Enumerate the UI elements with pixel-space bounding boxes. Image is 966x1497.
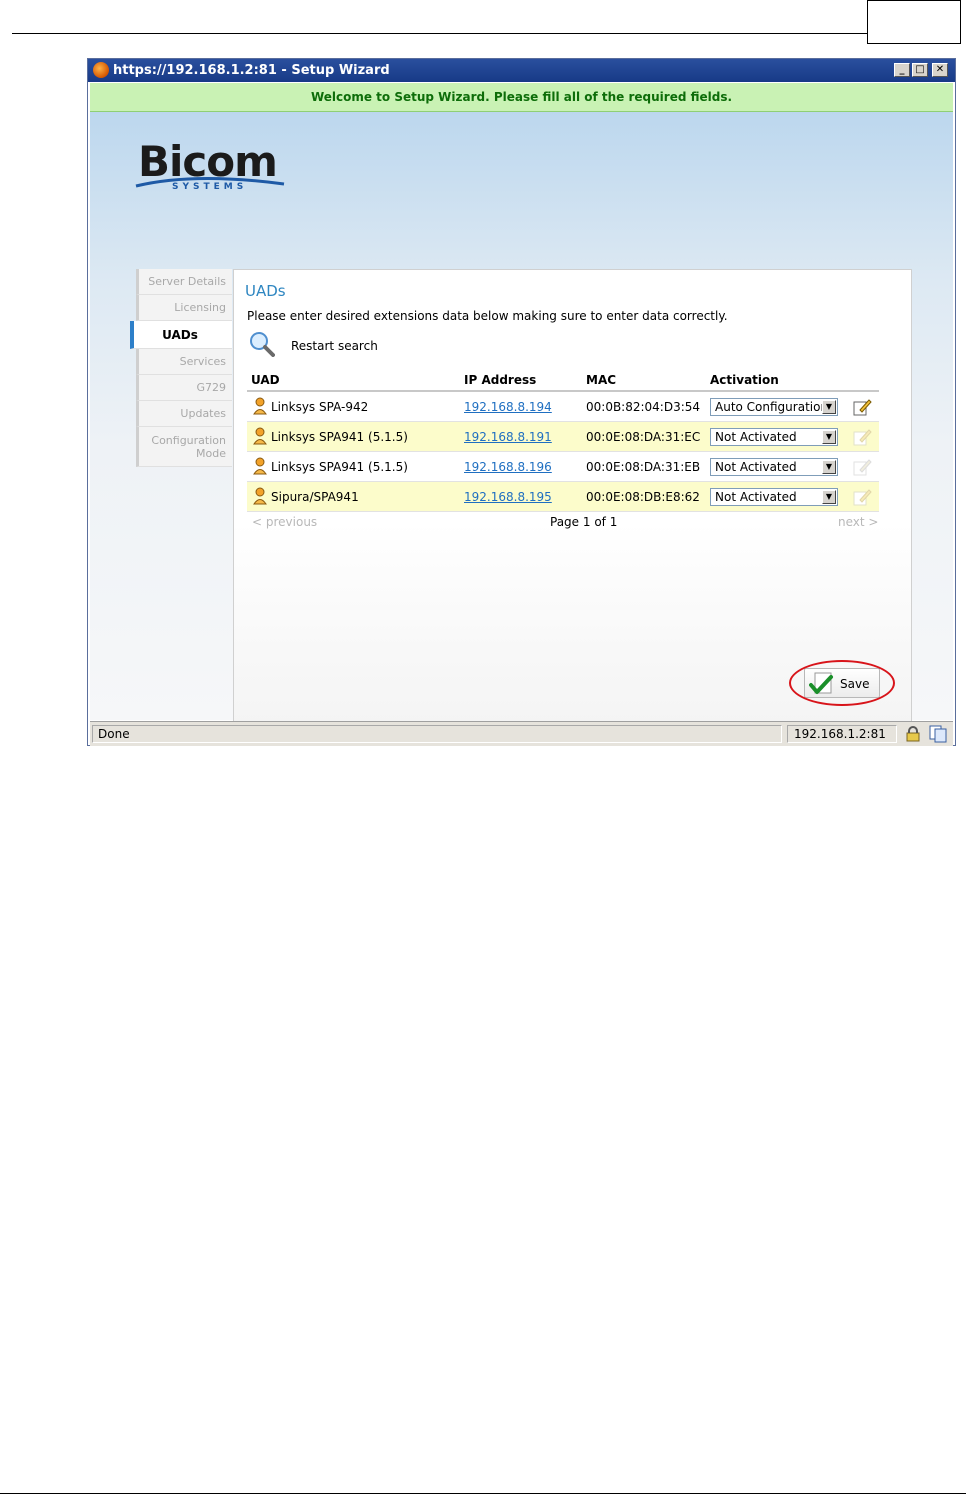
device-user-icon — [253, 397, 267, 415]
uads-table: UAD IP Address MAC Activation Linksys SP… — [247, 370, 879, 512]
status-text: Done — [92, 725, 782, 743]
uad-name: Linksys SPA941 (5.1.5) — [271, 459, 408, 474]
window-titlebar: https://192.168.1.2:81 - Setup Wizard _ … — [88, 59, 955, 82]
maximize-icon[interactable]: □ — [912, 63, 928, 77]
nav-item-uads[interactable]: UADs — [130, 321, 232, 349]
uad-name: Linksys SPA-942 — [271, 399, 369, 414]
edit-icon — [853, 488, 872, 505]
column-header-uad: UAD — [247, 370, 460, 392]
uad-cell: Sipura/SPA941 — [247, 481, 460, 512]
ip-cell: 192.168.8.196 — [460, 451, 582, 482]
chevron-down-icon[interactable]: ▼ — [822, 459, 836, 474]
browser-window: https://192.168.1.2:81 - Setup Wizard _ … — [87, 58, 956, 746]
wizard-content: Bicom SYSTEMS Server Details Licensing U… — [90, 112, 953, 730]
edit-icon — [853, 428, 872, 445]
table-header-row: UAD IP Address MAC Activation — [247, 370, 879, 392]
page-indicator: Page 1 of 1 — [550, 515, 618, 529]
device-user-icon — [253, 457, 267, 475]
wizard-nav: Server Details Licensing UADs Services G… — [130, 269, 232, 467]
mac-cell: 00:0E:08:DB:E8:62 — [582, 481, 706, 512]
nav-item-server-details[interactable]: Server Details — [136, 269, 232, 295]
chevron-down-icon[interactable]: ▼ — [822, 399, 836, 414]
nav-item-services[interactable]: Services — [136, 349, 232, 375]
page-footer-rule — [0, 1493, 966, 1494]
column-header-mac: MAC — [582, 370, 706, 392]
activation-value: Not Activated — [715, 489, 797, 504]
restart-search-link[interactable]: Restart search — [291, 339, 378, 353]
activation-select[interactable]: Auto Configuration ▼ — [710, 397, 838, 416]
ip-cell: 192.168.8.191 — [460, 421, 582, 452]
device-user-icon — [253, 427, 267, 445]
uad-name: Linksys SPA941 (5.1.5) — [271, 429, 408, 444]
chevron-down-icon[interactable]: ▼ — [822, 429, 836, 444]
mac-cell: 00:0E:08:DA:31:EB — [582, 451, 706, 482]
nav-item-g729[interactable]: G729 — [136, 375, 232, 401]
activation-cell: Not Activated ▼ — [706, 451, 879, 482]
uad-cell: Linksys SPA941 (5.1.5) — [247, 451, 460, 482]
ip-address-link[interactable]: 192.168.8.196 — [464, 460, 552, 474]
uad-cell: Linksys SPA941 (5.1.5) — [247, 421, 460, 452]
nav-item-configuration-mode[interactable]: Configuration Mode — [136, 427, 232, 467]
page-title: UADs — [245, 282, 286, 300]
nav-item-licensing[interactable]: Licensing — [136, 295, 232, 321]
ip-cell: 192.168.8.195 — [460, 481, 582, 512]
device-user-icon — [253, 487, 267, 505]
page-number-box — [867, 0, 961, 44]
table-row: Linksys SPA941 (5.1.5) 192.168.8.196 00:… — [247, 451, 879, 482]
table-row: Linksys SPA-942 192.168.8.194 00:0B:82:0… — [247, 391, 879, 422]
highlight-ring — [789, 660, 895, 706]
magnifier-icon[interactable] — [249, 331, 275, 357]
ip-address-link[interactable]: 192.168.8.191 — [464, 430, 552, 444]
page-description: Please enter desired extensions data bel… — [247, 309, 728, 323]
ip-address-link[interactable]: 192.168.8.194 — [464, 400, 552, 414]
uad-name: Sipura/SPA941 — [271, 489, 359, 504]
bicom-logo: Bicom SYSTEMS — [134, 138, 294, 196]
edit-icon — [853, 458, 872, 475]
table-row: Sipura/SPA941 192.168.8.195 00:0E:08:DB:… — [247, 481, 879, 512]
next-page-link[interactable]: next > — [838, 515, 878, 529]
activation-value: Not Activated — [715, 429, 797, 444]
activation-cell: Auto Configuration ▼ — [706, 391, 879, 422]
welcome-banner: Welcome to Setup Wizard. Please fill all… — [90, 83, 953, 112]
nav-item-updates[interactable]: Updates — [136, 401, 232, 427]
status-bar: Done 192.168.1.2:81 — [90, 721, 953, 746]
activation-value: Not Activated — [715, 459, 797, 474]
activation-select[interactable]: Not Activated ▼ — [710, 487, 838, 506]
firefox-icon — [93, 62, 109, 78]
mac-cell: 00:0E:08:DA:31:EC — [582, 421, 706, 452]
activation-select[interactable]: Not Activated ▼ — [710, 457, 838, 476]
column-header-activation: Activation — [706, 370, 879, 392]
activation-value: Auto Configuration — [715, 399, 829, 414]
logo-subtitle: SYSTEMS — [172, 182, 248, 192]
activation-cell: Not Activated ▼ — [706, 421, 879, 452]
ip-cell: 192.168.8.194 — [460, 391, 582, 422]
previous-page-link[interactable]: < previous — [252, 515, 317, 529]
status-host: 192.168.1.2:81 — [787, 725, 897, 743]
chevron-down-icon[interactable]: ▼ — [822, 489, 836, 504]
uads-panel: UADs Please enter desired extensions dat… — [233, 269, 912, 730]
close-icon[interactable]: ✕ — [932, 63, 948, 77]
mac-cell: 00:0B:82:04:D3:54 — [582, 391, 706, 422]
lock-icon[interactable] — [905, 726, 921, 742]
pages-icon[interactable] — [929, 725, 947, 743]
table-row: Linksys SPA941 (5.1.5) 192.168.8.191 00:… — [247, 421, 879, 452]
uad-cell: Linksys SPA-942 — [247, 391, 460, 422]
activation-cell: Not Activated ▼ — [706, 481, 879, 512]
ip-address-link[interactable]: 192.168.8.195 — [464, 490, 552, 504]
minimize-icon[interactable]: _ — [894, 63, 910, 77]
page-header-rule — [12, 33, 868, 34]
edit-icon[interactable] — [852, 397, 872, 417]
column-header-ip-address: IP Address — [460, 370, 582, 392]
activation-select[interactable]: Not Activated ▼ — [710, 427, 838, 446]
window-title: https://192.168.1.2:81 - Setup Wizard — [113, 63, 390, 78]
